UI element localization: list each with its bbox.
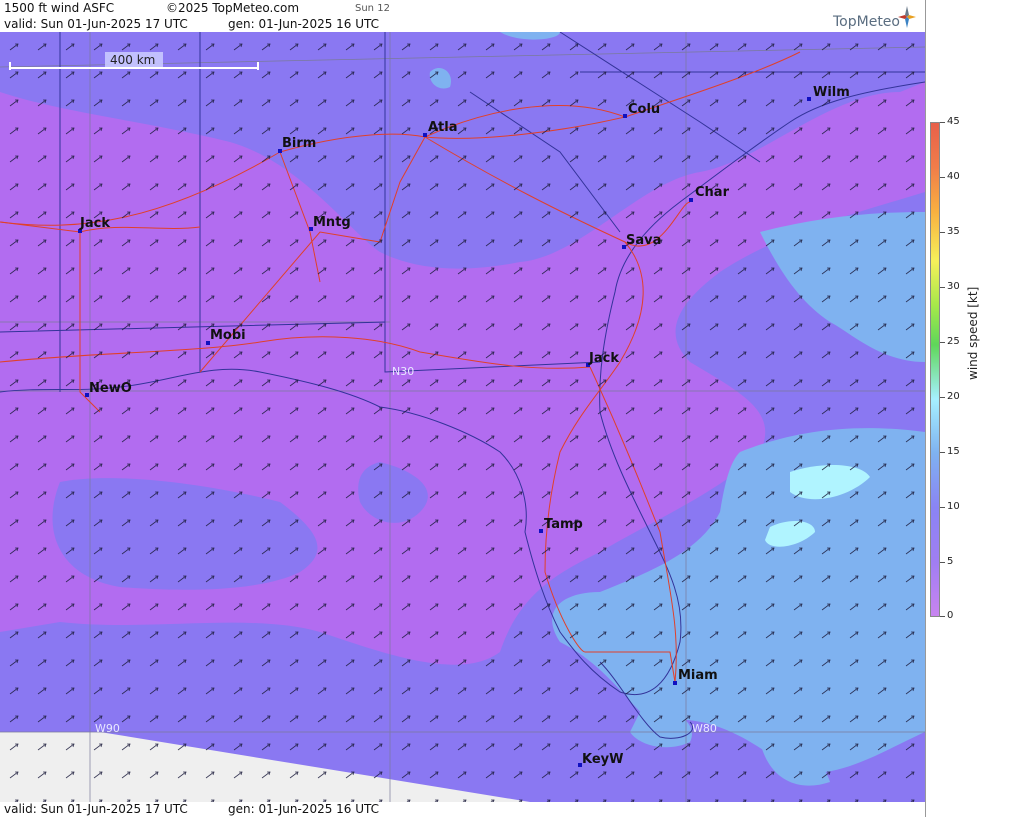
legend-tick: 35: [947, 226, 960, 237]
svg-text:Mntg: Mntg: [313, 215, 351, 230]
city-jack-ms[interactable]: Jack: [78, 216, 110, 233]
city-sava[interactable]: Sava: [622, 233, 661, 249]
wind-arrows: [0, 32, 925, 802]
city-newo[interactable]: NewO: [85, 381, 132, 397]
svg-text:Tamp: Tamp: [544, 517, 583, 532]
legend-tick: 15: [947, 446, 960, 457]
legend-tick: 40: [947, 171, 960, 182]
svg-text:Jack: Jack: [588, 351, 619, 366]
city-miam[interactable]: Miam: [673, 668, 718, 685]
city-colu[interactable]: Colu: [623, 102, 660, 118]
footer-valid-time: valid: Sun 01-Jun-2025 17 UTC: [4, 802, 188, 816]
map-header: 1500 ft wind ASFC ©2025 TopMeteo.com Sun…: [0, 0, 925, 32]
city-birm[interactable]: Birm: [278, 136, 316, 153]
brand-name: TopMeteo: [833, 14, 900, 30]
legend-tick: 20: [947, 391, 960, 402]
scale-label: 400 km: [110, 53, 155, 67]
svg-text:Miam: Miam: [678, 668, 718, 683]
svg-text:Jack: Jack: [79, 216, 110, 231]
valid-time: valid: Sun 01-Jun-2025 17 UTC: [4, 17, 188, 31]
svg-text:Wilm: Wilm: [813, 85, 850, 100]
wind-speed-colorbar: [930, 122, 940, 617]
legend-axis-label: wind speed [kt]: [966, 286, 980, 380]
svg-text:Char: Char: [695, 185, 730, 200]
wind-map[interactable]: 400 km N30 W90 W80 Wilm Atla Colu Birm C…: [0, 32, 925, 802]
city-tamp[interactable]: Tamp: [539, 517, 583, 533]
legend-tick: 5: [947, 556, 954, 567]
lon-label-w90: W90: [95, 722, 120, 735]
legend-tick: 45: [947, 116, 960, 127]
city-atla[interactable]: Atla: [423, 120, 458, 137]
city-jack-fl[interactable]: Jack: [586, 351, 619, 367]
svg-text:Mobi: Mobi: [210, 328, 246, 343]
svg-text:KeyW: KeyW: [582, 752, 623, 767]
footer-generated-time: gen: 01-Jun-2025 16 UTC: [228, 802, 380, 816]
city-char[interactable]: Char: [689, 185, 730, 202]
legend-tick: 30: [947, 281, 960, 292]
legend-tick: 0: [947, 610, 954, 621]
day-code: Sun 12: [355, 3, 390, 14]
generated-time: gen: 01-Jun-2025 16 UTC: [228, 17, 380, 31]
svg-text:Colu: Colu: [628, 102, 660, 117]
svg-text:Sava: Sava: [626, 233, 661, 248]
svg-text:Atla: Atla: [428, 120, 458, 135]
city-keyw[interactable]: KeyW: [578, 752, 623, 767]
color-legend: 45 40 35 30 25 20 15 10 5 0 wind speed […: [925, 0, 1017, 817]
map-footer: valid: Sun 01-Jun-2025 17 UTC gen: 01-Ju…: [0, 802, 925, 817]
lat-label-n30: N30: [392, 365, 414, 378]
map-title: 1500 ft wind ASFC: [4, 1, 115, 15]
city-mntg[interactable]: Mntg: [309, 215, 351, 231]
svg-text:NewO: NewO: [89, 381, 132, 396]
legend-tick: 10: [947, 501, 960, 512]
legend-tick: 25: [947, 336, 960, 347]
svg-text:Birm: Birm: [282, 136, 316, 151]
city-wilm[interactable]: Wilm: [807, 85, 850, 101]
lon-label-w80: W80: [692, 722, 717, 735]
copyright: ©2025 TopMeteo.com: [166, 1, 300, 15]
city-mobi[interactable]: Mobi: [206, 328, 246, 345]
topmeteo-logo-icon: [898, 6, 916, 28]
